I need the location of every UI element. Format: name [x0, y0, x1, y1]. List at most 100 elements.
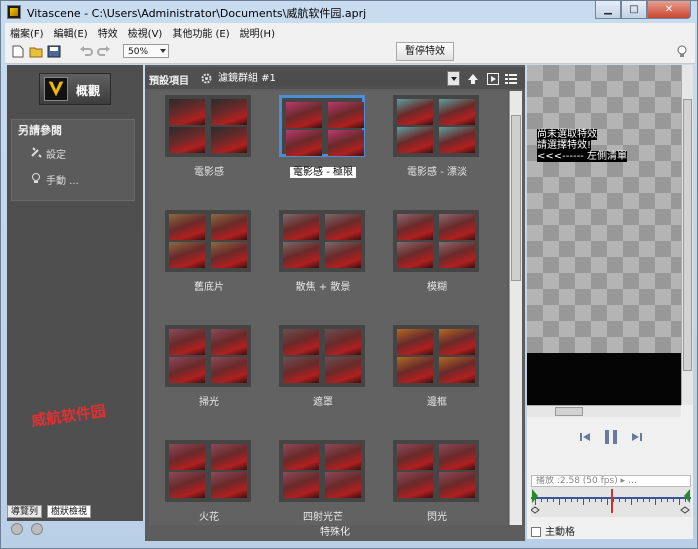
scrollbar-thumb[interactable]	[511, 115, 521, 281]
back-arrow-icon[interactable]	[11, 523, 23, 535]
effect-label: 舊底片	[153, 278, 265, 293]
preview-vertical-scrollbar[interactable]	[681, 65, 693, 405]
timeline-tick	[559, 499, 560, 505]
tab-tree-view[interactable]: 樹狀檢視	[47, 505, 92, 518]
lightbulb-icon[interactable]	[677, 45, 687, 58]
effect-thumbnail	[393, 95, 479, 157]
thumbnail-tile	[286, 102, 322, 128]
chevron-down-icon[interactable]	[447, 71, 460, 86]
timeline-tick	[685, 499, 686, 502]
thumbnail-tile	[169, 329, 205, 355]
redo-icon[interactable]	[97, 45, 111, 58]
main-track-checkbox[interactable]	[531, 527, 541, 537]
menu-file[interactable]: 檔案(F)	[5, 25, 49, 40]
effect-label-text: 電影感 - 極限	[290, 167, 356, 178]
play-icon[interactable]	[487, 73, 499, 85]
timeline-tick	[613, 499, 614, 502]
window-title: Vitascene - C:\Users\Administrator\Docum…	[27, 7, 367, 20]
thumbnail-tile	[325, 357, 361, 383]
settings-link[interactable]: 設定	[31, 146, 66, 161]
filter-group-select[interactable]: 濾鏡群組 #1	[213, 71, 459, 86]
minimize-button[interactable]: ▁	[595, 1, 621, 19]
zoom-select[interactable]: 50%	[123, 44, 169, 58]
timeline-tick	[649, 499, 650, 502]
undo-icon[interactable]	[79, 45, 93, 58]
effect-preset[interactable]: 四射光芒	[267, 438, 379, 525]
tab-navigation[interactable]: 導覽列	[7, 505, 43, 518]
effect-label: 電影感	[153, 163, 265, 178]
thumbnail-tile	[169, 472, 205, 498]
effect-preset[interactable]: 火花	[153, 438, 265, 525]
effect-label: 模糊	[381, 278, 493, 293]
thumbnail-tile	[169, 214, 205, 240]
thumbnail-tile	[397, 214, 433, 240]
menu-edit[interactable]: 編輯(E)	[49, 25, 93, 40]
timeline-tick	[619, 499, 620, 502]
skip-back-icon[interactable]	[579, 431, 591, 443]
effect-thumbnail	[393, 325, 479, 387]
thumbnail-tile	[211, 472, 247, 498]
select-effect-message: 請選擇特效!	[537, 140, 592, 151]
no-effect-message: 尚未選取特效	[537, 129, 597, 140]
maximize-button[interactable]: □	[621, 1, 647, 19]
settings-label: 設定	[46, 150, 66, 161]
effect-preset[interactable]: 散焦 + 散景	[267, 208, 379, 320]
effect-preset[interactable]: 遮罩	[267, 323, 379, 435]
open-folder-icon[interactable]	[29, 45, 43, 58]
thumbnail-tile	[211, 99, 247, 125]
effect-preset[interactable]: 模糊	[381, 208, 493, 320]
timeline-tick	[655, 499, 656, 505]
pause-effects-button[interactable]: 暫停特效	[396, 42, 454, 61]
thumbnail-tile	[439, 214, 475, 240]
menu-view[interactable]: 檢視(V)	[123, 25, 168, 40]
effect-preset[interactable]: 電影感	[153, 93, 265, 205]
preview-horizontal-scrollbar[interactable]	[527, 405, 681, 417]
manual-label: 手動 ...	[46, 176, 79, 187]
effect-label: 邊框	[381, 393, 493, 408]
thumbnail-tile	[211, 127, 247, 153]
close-button[interactable]: ✕	[647, 1, 691, 19]
thumbnail-tile	[397, 242, 433, 268]
thumbnail-tile	[283, 444, 319, 470]
thumbnail-tile	[439, 472, 475, 498]
zoom-value: 50%	[128, 47, 149, 57]
gear-icon	[201, 73, 212, 84]
skip-forward-icon[interactable]	[631, 431, 643, 443]
forward-arrow-icon[interactable]	[31, 523, 43, 535]
timeline[interactable]	[530, 487, 691, 517]
arrow-up-icon[interactable]	[467, 73, 479, 85]
thumbnail-tile	[325, 242, 361, 268]
vitascene-logo-icon	[44, 77, 68, 101]
effect-preset[interactable]: 電影感 - 極限	[267, 93, 379, 205]
thumbnail-tile	[439, 127, 475, 153]
list-view-icon[interactable]	[505, 73, 517, 85]
new-file-icon[interactable]	[11, 45, 25, 58]
menu-bar: 檔案(F) 編輯(E) 特效 檢視(V) 其他功能 (E) 說明(H)	[5, 23, 695, 41]
pause-icon[interactable]	[603, 429, 619, 445]
thumbnail-tile	[397, 329, 433, 355]
thumbnail-tile	[211, 242, 247, 268]
menu-effects[interactable]: 特效	[93, 25, 123, 40]
tools-icon	[31, 147, 42, 158]
overview-button[interactable]: 概觀	[39, 73, 111, 105]
timeline-tick	[673, 499, 674, 502]
effect-label: 遮罩	[267, 393, 379, 408]
effect-preset[interactable]: 閃光	[381, 438, 493, 525]
nav-arrows	[11, 523, 51, 537]
main-track-option[interactable]: 主動格	[531, 523, 575, 538]
timeline-tick	[535, 499, 536, 505]
timeline-tick	[541, 499, 542, 502]
effect-preset[interactable]: 邊框	[381, 323, 493, 435]
effect-preset[interactable]: 電影感 - 漂淡	[381, 93, 493, 205]
effect-preset[interactable]: 掃光	[153, 323, 265, 435]
scrollbar-thumb[interactable]	[683, 99, 692, 371]
scrollbar-thumb[interactable]	[555, 407, 583, 416]
manual-link[interactable]: 手動 ...	[32, 172, 79, 187]
timeline-tick	[571, 499, 572, 502]
effect-preset[interactable]: 舊底片	[153, 208, 265, 320]
save-icon[interactable]	[47, 45, 61, 58]
menu-extras[interactable]: 其他功能 (E)	[167, 25, 234, 40]
app-icon	[7, 5, 21, 19]
grid-scrollbar[interactable]	[509, 91, 522, 525]
menu-help[interactable]: 說明(H)	[235, 25, 280, 40]
